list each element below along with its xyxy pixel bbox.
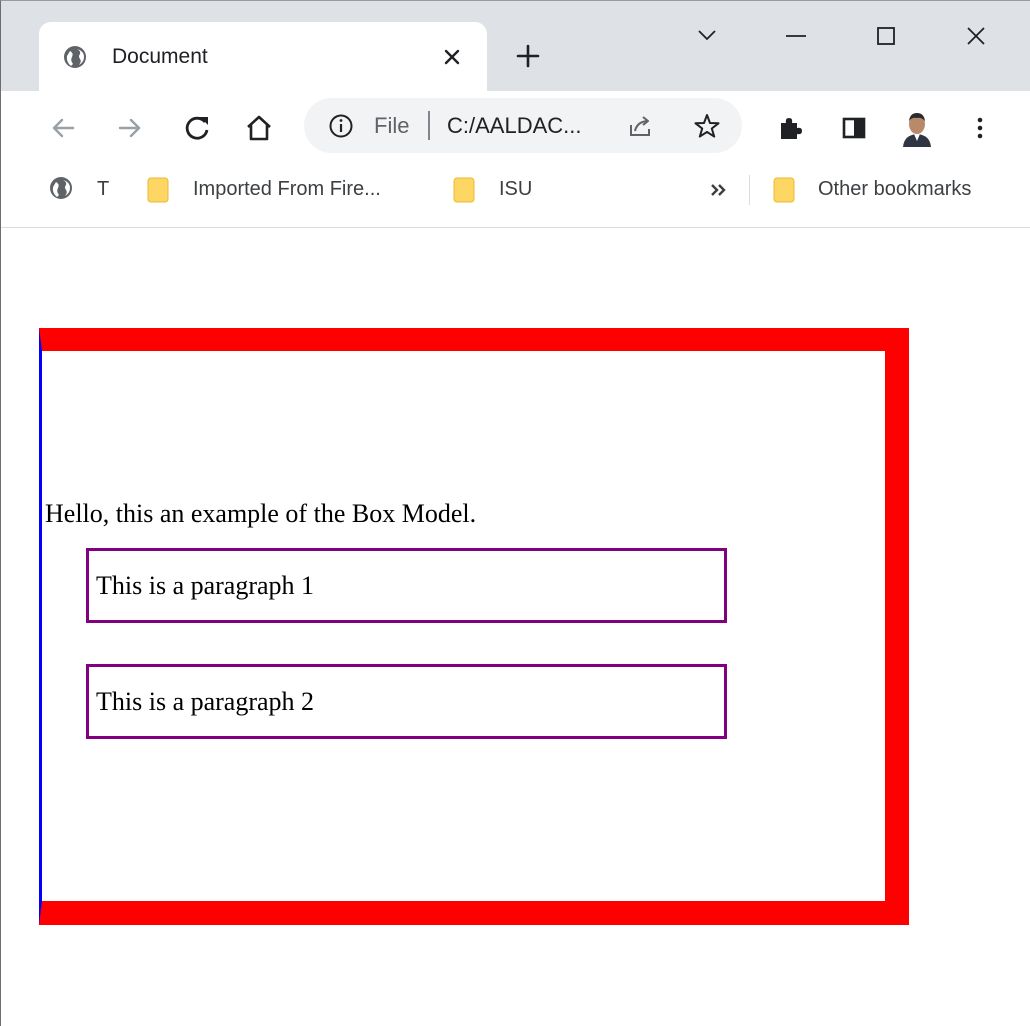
- paragraph-box: This is a paragraph 2: [86, 664, 727, 739]
- star-icon[interactable]: [692, 111, 722, 141]
- paragraph-text: This is a paragraph 1: [96, 571, 315, 600]
- paragraph-box: This is a paragraph 1: [86, 548, 727, 623]
- double-chevron-right-icon[interactable]: [707, 179, 731, 201]
- puzzle-icon[interactable]: [773, 111, 807, 145]
- minimize-icon[interactable]: [779, 19, 813, 53]
- folder-icon: [773, 177, 795, 203]
- close-window-icon[interactable]: [959, 19, 993, 53]
- folder-icon: [453, 177, 475, 203]
- globe-icon: [64, 46, 86, 68]
- browser-window: Document File C:/AALDAC... T Imported Fr…: [0, 0, 1030, 1026]
- globe-icon: [50, 177, 72, 199]
- bookmark-label: Other bookmarks: [818, 178, 972, 200]
- info-icon[interactable]: [328, 113, 354, 139]
- bookmark-label: Imported From Fire...: [193, 178, 381, 200]
- arrow-left-icon[interactable]: [46, 111, 80, 145]
- url-scheme: File: [374, 113, 410, 138]
- bookmarks-bar: T Imported From Fire... ISU Other bookma…: [1, 163, 1030, 228]
- tab-title: Document: [112, 45, 208, 68]
- tab-document[interactable]: Document: [39, 22, 487, 91]
- kebab-menu-icon[interactable]: [963, 111, 997, 145]
- close-icon[interactable]: [438, 43, 466, 71]
- maximize-icon[interactable]: [869, 19, 903, 53]
- chevron-down-icon[interactable]: [690, 19, 724, 53]
- toolbar: File C:/AALDAC...: [1, 91, 1030, 163]
- bookmark-label: ISU: [499, 178, 533, 200]
- bookmark-isu[interactable]: ISU: [453, 163, 543, 215]
- bookmark-t[interactable]: T: [49, 163, 119, 215]
- box-model-container: Hello, this an example of the Box Model.…: [39, 328, 909, 925]
- bookmark-imported-from-firefox[interactable]: Imported From Fire...: [147, 163, 427, 215]
- side-panel-icon[interactable]: [837, 111, 871, 145]
- other-bookmarks[interactable]: Other bookmarks: [773, 163, 1013, 215]
- plus-icon[interactable]: [514, 42, 542, 70]
- home-icon[interactable]: [242, 111, 276, 145]
- intro-text: Hello, this an example of the Box Model.: [45, 499, 477, 528]
- reload-icon[interactable]: [181, 111, 215, 145]
- paragraph-text: This is a paragraph 2: [96, 687, 315, 716]
- share-icon[interactable]: [625, 111, 655, 141]
- bookmark-label: T: [97, 178, 110, 200]
- folder-icon: [147, 177, 169, 203]
- bookmarks-divider: [749, 175, 750, 205]
- page-viewport: Hello, this an example of the Box Model.…: [2, 228, 1030, 1026]
- arrow-right-icon[interactable]: [113, 111, 147, 145]
- url-separator: [428, 111, 430, 140]
- avatar[interactable]: [897, 107, 937, 147]
- url-text[interactable]: C:/AALDAC...: [447, 112, 581, 139]
- tab-strip: Document: [1, 1, 1030, 91]
- address-bar[interactable]: File C:/AALDAC...: [304, 98, 742, 153]
